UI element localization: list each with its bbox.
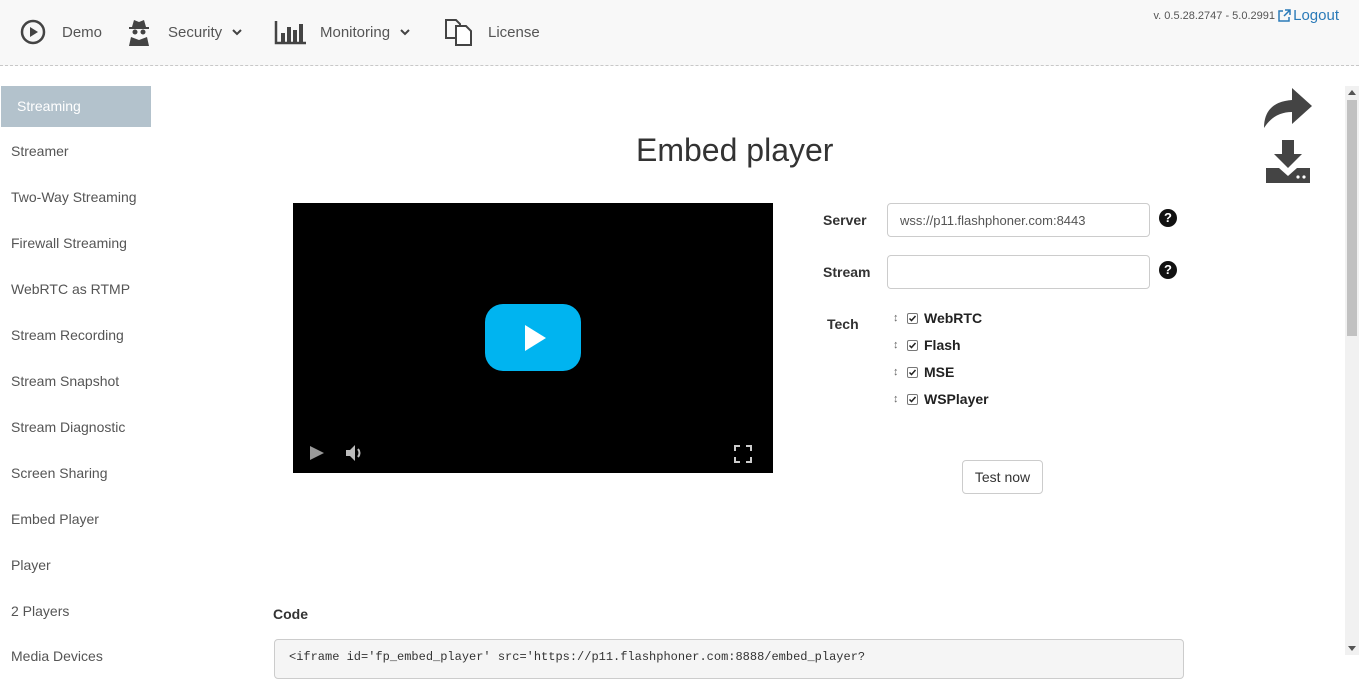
- flash-checkbox[interactable]: [907, 339, 918, 351]
- nav-security[interactable]: Security: [126, 14, 242, 50]
- sidebar-item-stream-recording[interactable]: Stream Recording: [11, 327, 124, 343]
- tech-label: Tech: [827, 316, 859, 332]
- sidebar-item-media-devices[interactable]: Media Devices: [11, 648, 103, 664]
- webrtc-checkbox[interactable]: [907, 312, 918, 324]
- stream-label: Stream: [823, 264, 871, 280]
- test-now-button[interactable]: Test now: [962, 460, 1043, 494]
- big-play-button[interactable]: [485, 304, 581, 371]
- checkmark-icon: [908, 396, 917, 403]
- tech-row-webrtc[interactable]: ↕ WebRTC: [893, 309, 982, 327]
- sidebar-item-embed-player[interactable]: Embed Player: [11, 511, 99, 527]
- sidebar-item-webrtc-as-rtmp[interactable]: WebRTC as RTMP: [11, 281, 130, 297]
- checkmark-icon: [908, 342, 917, 349]
- volume-icon[interactable]: [345, 444, 365, 462]
- sidebar-item-player[interactable]: Player: [11, 557, 51, 573]
- version-text: v. 0.5.28.2747 - 5.0.2991: [1153, 10, 1276, 22]
- drag-handle-icon[interactable]: ↕: [893, 393, 905, 405]
- sidebar-item-streaming[interactable]: Streaming: [1, 86, 151, 127]
- sidebar-item-firewall-streaming[interactable]: Firewall Streaming: [11, 235, 127, 251]
- scrollbar[interactable]: [1345, 86, 1359, 655]
- logout-label: Logout: [1293, 7, 1339, 24]
- spy-icon: [129, 20, 149, 46]
- logout-link[interactable]: Logout: [1278, 7, 1339, 24]
- sidebar-item-two-way-streaming[interactable]: Two-Way Streaming: [11, 189, 137, 205]
- sidebar-item-stream-diagnostic[interactable]: Stream Diagnostic: [11, 419, 125, 435]
- tech-name: MSE: [924, 364, 955, 380]
- share-icon[interactable]: [1262, 84, 1314, 130]
- scroll-thumb[interactable]: [1347, 100, 1357, 336]
- play-icon: [525, 325, 546, 351]
- documents-icon: [445, 19, 472, 46]
- external-link-icon: [1278, 9, 1291, 22]
- drag-handle-icon[interactable]: ↕: [893, 312, 905, 324]
- nav-security-label: Security: [168, 23, 223, 41]
- code-label: Code: [273, 606, 308, 622]
- tech-name: WebRTC: [924, 310, 983, 326]
- page-title: Embed player: [636, 132, 834, 168]
- checkmark-icon: [908, 369, 917, 376]
- drag-handle-icon[interactable]: ↕: [893, 339, 905, 351]
- code-textarea[interactable]: <iframe id='fp_embed_player' src='https:…: [274, 639, 1184, 679]
- stream-input[interactable]: [887, 255, 1150, 289]
- chevron-down-icon: [232, 29, 242, 36]
- sidebar-item-stream-snapshot[interactable]: Stream Snapshot: [11, 373, 119, 389]
- nav-demo-label: Demo: [62, 23, 103, 41]
- bar-chart-icon: [274, 21, 306, 45]
- server-label: Server: [823, 212, 867, 228]
- scroll-down-icon[interactable]: [1348, 646, 1356, 652]
- stream-help-icon[interactable]: ?: [1159, 261, 1177, 279]
- nav-monitoring-label: Monitoring: [320, 23, 391, 41]
- play-control-icon[interactable]: [309, 445, 325, 461]
- sidebar-item-2-players[interactable]: 2 Players: [11, 603, 69, 619]
- chevron-down-icon: [400, 29, 410, 36]
- fullscreen-icon[interactable]: [734, 445, 752, 463]
- download-icon[interactable]: [1265, 140, 1311, 184]
- tech-name: WSPlayer: [924, 391, 989, 407]
- top-navbar: Demo Security Monitoring License v. 0.5.…: [0, 0, 1359, 66]
- video-player[interactable]: [293, 203, 773, 473]
- nav-demo[interactable]: Demo: [20, 14, 102, 50]
- server-input[interactable]: [887, 203, 1150, 237]
- tech-row-mse[interactable]: ↕ MSE: [893, 363, 954, 381]
- tech-row-wsplayer[interactable]: ↕ WSPlayer: [893, 390, 989, 408]
- server-help-icon[interactable]: ?: [1159, 209, 1177, 227]
- mse-checkbox[interactable]: [907, 366, 918, 378]
- checkmark-icon: [908, 315, 917, 322]
- nav-monitoring[interactable]: Monitoring: [274, 14, 410, 50]
- nav-license[interactable]: License: [444, 14, 540, 50]
- nav-license-label: License: [488, 23, 540, 41]
- tech-row-flash[interactable]: ↕ Flash: [893, 336, 961, 354]
- sidebar-item-streamer[interactable]: Streamer: [11, 143, 69, 159]
- scroll-up-icon[interactable]: [1348, 89, 1356, 95]
- sidebar-item-screen-sharing[interactable]: Screen Sharing: [11, 465, 108, 481]
- tech-name: Flash: [924, 337, 961, 353]
- drag-handle-icon[interactable]: ↕: [893, 366, 905, 378]
- wsplayer-checkbox[interactable]: [907, 393, 918, 405]
- play-circle-icon: [20, 19, 46, 45]
